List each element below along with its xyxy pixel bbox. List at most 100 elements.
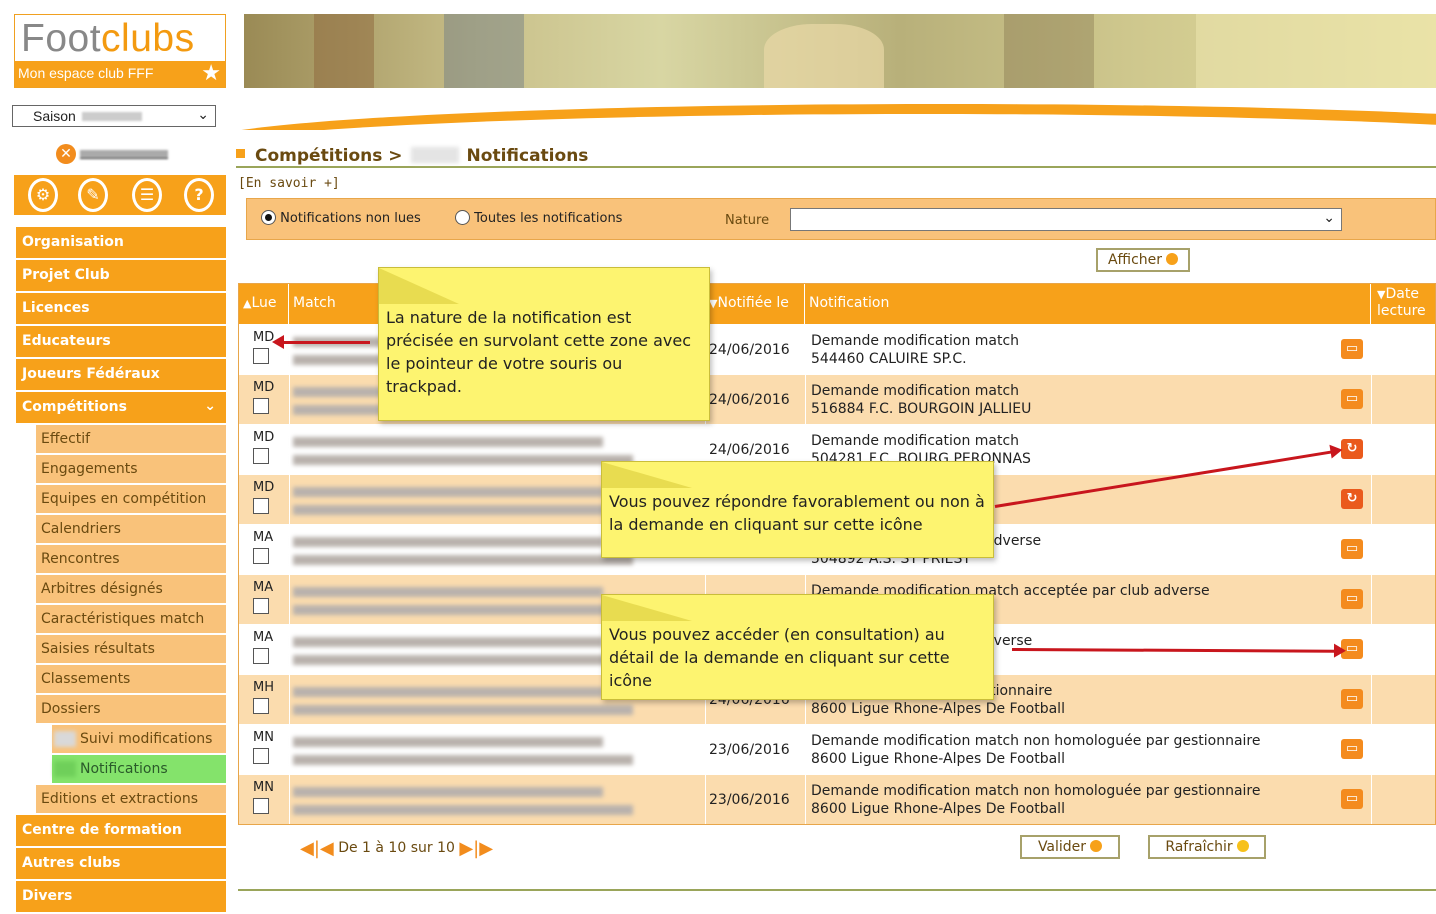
sidebar-subitem-editions[interactable]: Editions et extractions [36,785,226,813]
notification-code[interactable]: MN [253,780,274,795]
breadcrumb: Compétitions > Notifications [236,146,1436,168]
sidebar-subitem-effectif[interactable]: Effectif [36,425,226,453]
orange-dot-icon [1236,840,1249,852]
logout-icon[interactable]: ✕ [56,144,76,164]
title-bullet [236,149,245,158]
cell-notifiee-le: 23/06/2016 [709,792,790,808]
notification-line1: Demande modification match [811,333,1020,349]
cell-lue: MD [239,325,289,375]
header-banner-image [244,14,1436,88]
match-blur-line [293,555,633,565]
sidebar-subitem-rencontres[interactable]: Rencontres [36,545,226,573]
sidebar-subitem-arbitres[interactable]: Arbitres désignés [36,575,226,603]
breadcrumb-competitions[interactable]: Compétitions > [255,146,403,166]
read-checkbox[interactable] [253,398,269,414]
read-checkbox[interactable] [253,648,269,664]
callout-text: La nature de la notification est précisé… [386,308,691,396]
match-blur-line [293,705,633,715]
help-icon[interactable]: ? [184,178,214,212]
read-checkbox[interactable] [253,498,269,514]
en-savoir-plus-link[interactable]: [En savoir +] [238,176,340,191]
nature-label: Nature [725,213,770,228]
match-blur-line [293,537,603,547]
cell-notification: Demande modification match 544460 CALUIRE… [811,325,1371,375]
chevron-down-icon: ⌄ [204,398,216,414]
sidebar-subitem-saisies[interactable]: Saisies résultats [36,635,226,663]
nature-select[interactable]: ⌄ [790,208,1342,231]
document-icon[interactable]: ✎ [78,178,108,212]
folder-icon[interactable]: ▭ [1341,689,1363,709]
sidebar-item-competitions[interactable]: Compétitions ⌄ [16,392,226,423]
callout-respond-hint: Vous pouvez répondre favorablement ou no… [601,461,994,558]
radio-unread-notifications[interactable]: Notifications non lues [261,210,421,226]
rafraichir-button[interactable]: Rafraîchir [1148,835,1266,859]
last-page-icon[interactable]: ▶|▶ [459,838,493,859]
sidebar-subitem-dossiers[interactable]: Dossiers [36,695,226,723]
column-header-notification[interactable]: Notification [805,284,1371,324]
read-checkbox[interactable] [253,548,269,564]
notification-code[interactable]: MD [253,380,274,395]
notification-line1: Demande modification match [811,383,1020,399]
sidebar-subitem-engagements[interactable]: Engagements [36,455,226,483]
folder-icon[interactable]: ▭ [1341,539,1363,559]
folder-icon[interactable]: ▭ [1341,739,1363,759]
read-checkbox[interactable] [253,798,269,814]
read-checkbox[interactable] [253,448,269,464]
notification-line1: Demande modification match [811,433,1020,449]
season-select[interactable]: Saison ⌄ [12,105,216,127]
user-area: ✕ [56,144,168,166]
read-checkbox[interactable] [253,598,269,614]
first-page-icon[interactable]: ◀|◀ [300,838,334,859]
valider-button[interactable]: Valider [1020,835,1120,859]
sidebar-item-organisation[interactable]: Organisation [16,227,226,258]
notification-code[interactable]: MD [253,430,274,445]
respond-icon[interactable]: ↻ [1341,489,1363,509]
footclubs-logo[interactable]: Footclubs Mon espace club FFF ★ [14,14,226,88]
read-checkbox[interactable] [253,348,269,364]
notification-code[interactable]: MD [253,480,274,495]
folder-icon[interactable]: ▭ [1341,789,1363,809]
folder-icon[interactable]: ▭ [1341,389,1363,409]
cell-notifiee-le: 24/06/2016 [709,342,790,358]
notification-code[interactable]: MA [253,580,273,595]
sidebar-item-projet-club[interactable]: Projet Club [16,260,226,291]
sidebar-subitem-equipes[interactable]: Equipes en compétition [36,485,226,513]
sidebar-subitem-suivi-modifications[interactable]: Suivi modifications [52,725,226,753]
cell-lue: MA [239,575,289,625]
column-header-date-lecture[interactable]: ▼Date lecture [1371,284,1435,324]
cell-notifiee-le: 23/06/2016 [709,742,790,758]
sidebar-subitem-caracteristiques[interactable]: Caractéristiques match [36,605,226,633]
table-row: MN 23/06/2016 Demande modification match n… [239,724,1435,774]
sidebar-subitem-classements[interactable]: Classements [36,665,226,693]
sidebar-subitem-notifications[interactable]: Notifications [52,755,226,783]
sidebar-item-educateurs[interactable]: Educateurs [16,326,226,357]
sidebar-item-divers[interactable]: Divers [16,881,226,912]
sidebar-item-centre-formation[interactable]: Centre de formation [16,815,226,846]
network-icon[interactable]: ⚙ [28,178,58,212]
column-header-notifiee[interactable]: ▼Notifiée le [707,284,805,324]
match-blur-line [293,737,603,747]
read-checkbox[interactable] [253,698,269,714]
cell-lue: MA [239,525,289,575]
notification-code[interactable]: MN [253,730,274,745]
sidebar-item-joueurs-federaux[interactable]: Joueurs Fédéraux [16,359,226,390]
read-checkbox[interactable] [253,748,269,764]
radio-all-notifications[interactable]: Toutes les notifications [455,210,622,226]
sidebar-item-autres-clubs[interactable]: Autres clubs [16,848,226,879]
folder-icon[interactable]: ▭ [1341,589,1363,609]
list-icon[interactable]: ☰ [132,178,162,212]
notification-code[interactable]: MA [253,630,273,645]
respond-icon[interactable]: ↻ [1341,439,1363,459]
afficher-button[interactable]: Afficher [1096,248,1190,272]
sidebar-item-licences[interactable]: Licences [16,293,226,324]
column-header-lue[interactable]: ▲Lue [239,284,289,324]
notification-line1: Demande modification match non homologué… [811,783,1261,799]
user-name-blurred[interactable] [80,149,168,159]
folder-icon[interactable]: ▭ [1341,339,1363,359]
sidebar-subitem-calendriers[interactable]: Calendriers [36,515,226,543]
notification-code[interactable]: MH [253,680,274,695]
notification-line1: Demande modification match non homologué… [811,733,1261,749]
chevron-down-icon: ⌄ [197,106,209,122]
cell-lue: MN [239,725,289,775]
notification-code[interactable]: MA [253,530,273,545]
